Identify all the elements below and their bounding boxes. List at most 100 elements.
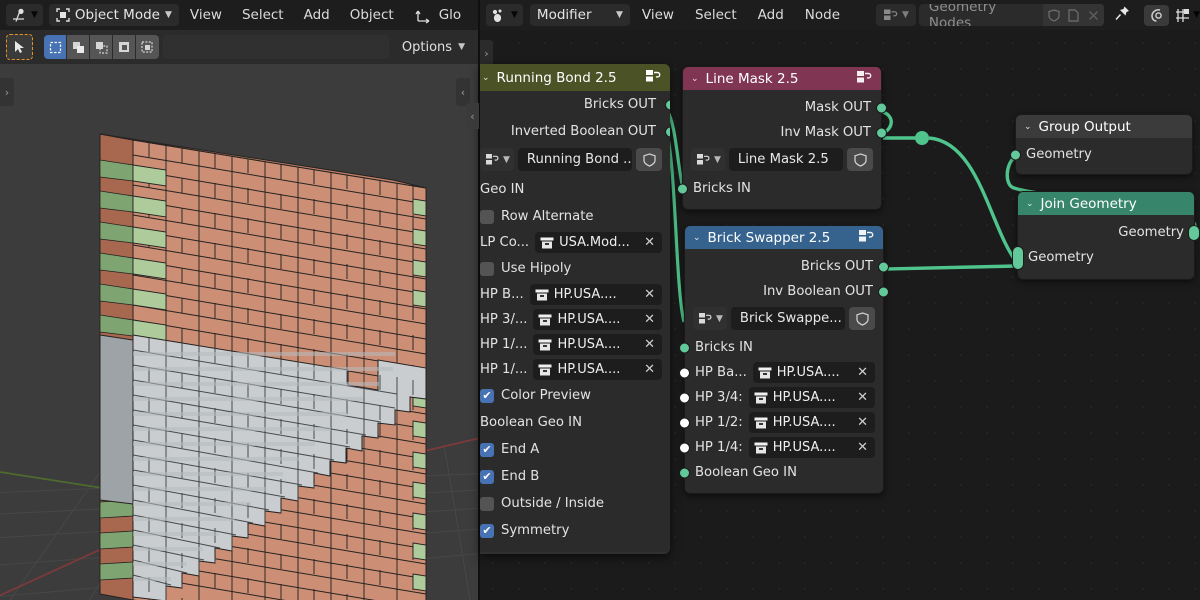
brick-wall-object[interactable] xyxy=(99,133,427,600)
node-menu-select[interactable]: Select xyxy=(686,4,746,26)
select-mode-intersect[interactable] xyxy=(136,35,159,59)
input-boolean-geo-in[interactable]: Boolean Geo IN xyxy=(679,460,883,485)
object-field[interactable]: HP.USA.... ✕ xyxy=(533,334,662,355)
modifier-row-hp-three-quarter[interactable]: HP 3/... HP.USA.... ✕ xyxy=(480,307,670,332)
checkbox[interactable]: ✔ xyxy=(480,469,494,484)
datablock-name-field[interactable]: Running Bond ... xyxy=(517,148,632,171)
menu-select[interactable]: Select xyxy=(233,4,293,26)
node-menu-node[interactable]: Node xyxy=(796,4,849,26)
viewport-sidebar-toggle-right[interactable]: ‹ xyxy=(456,78,470,106)
output-inv-mask-out[interactable]: Inv Mask OUT xyxy=(683,120,887,145)
output-inv-boolean-out[interactable]: Inv Boolean OUT xyxy=(685,279,889,304)
modifier-row-hp-quarter[interactable]: HP 1/... HP.USA.... ✕ xyxy=(480,357,670,382)
modifier-input-geo-in[interactable]: Geo IN xyxy=(480,176,670,203)
object-field[interactable]: HP.USA.... ✕ xyxy=(748,387,875,408)
node-header-line-mask[interactable]: ⌄ Line Mask 2.5 xyxy=(683,67,881,90)
chevron-down-icon[interactable]: ⌄ xyxy=(1024,122,1032,132)
active-tool-button[interactable] xyxy=(6,34,33,60)
fake-user-icon[interactable] xyxy=(847,148,873,171)
datablock-browse-button[interactable]: ▼ xyxy=(693,307,727,330)
viewport-scene[interactable]: › ‹ xyxy=(0,64,480,600)
socket-geometry-multi[interactable] xyxy=(1188,224,1200,241)
x-icon[interactable]: ✕ xyxy=(855,440,870,455)
modifier-row-use-hipoly[interactable]: Use Hipoly xyxy=(480,255,670,282)
input-bricks-in[interactable]: Bricks IN xyxy=(677,176,881,201)
fake-user-icon[interactable] xyxy=(1043,4,1064,26)
modifier-row-outside-inside[interactable]: Outside / Inside xyxy=(480,490,670,517)
node-header-brick-swapper[interactable]: ⌄ Brick Swapper 2.5 xyxy=(685,226,883,249)
select-mode-extend[interactable] xyxy=(67,35,90,59)
modifier-header[interactable]: ⌄ Running Bond 2.5 xyxy=(480,64,670,91)
x-icon[interactable]: ✕ xyxy=(642,312,657,327)
object-field[interactable]: HP.USA.... ✕ xyxy=(533,359,662,380)
socket-geometry[interactable] xyxy=(876,102,887,113)
tool-settings-field[interactable] xyxy=(163,35,389,59)
overlays-icon[interactable] xyxy=(1144,4,1170,26)
menu-add[interactable]: Add xyxy=(295,4,339,26)
object-field[interactable]: HP.USA.... ✕ xyxy=(529,284,662,305)
socket-object[interactable] xyxy=(679,392,690,403)
viewport-sidebar-toggle-left[interactable]: › xyxy=(0,78,14,106)
reroute-node[interactable] xyxy=(915,131,929,145)
x-icon[interactable]: ✕ xyxy=(855,365,870,380)
x-icon[interactable]: ✕ xyxy=(642,337,657,352)
socket-geometry[interactable] xyxy=(876,127,887,138)
node-brick-swapper[interactable]: ⌄ Brick Swapper 2.5 Bricks OUT Inv Boole… xyxy=(679,225,889,494)
pin-icon[interactable] xyxy=(1114,5,1131,26)
input-hp-three-quarter[interactable]: HP 3/4: HP.USA.... ✕ xyxy=(679,385,883,410)
node-menu-view[interactable]: View xyxy=(633,4,683,26)
input-geometry-multi[interactable]: Geometry xyxy=(1012,245,1194,270)
fake-user-icon[interactable] xyxy=(849,307,875,330)
chevron-down-icon[interactable]: ⌄ xyxy=(693,233,701,243)
modifier-row-lp-collection[interactable]: LP Co... USA.Mod... ✕ xyxy=(480,230,670,255)
object-field[interactable]: HP.USA.... ✕ xyxy=(748,412,875,433)
output-geometry[interactable]: Geometry xyxy=(1018,220,1200,245)
node-sidebar-toggle[interactable]: › xyxy=(480,40,493,66)
node-line-mask[interactable]: ⌄ Line Mask 2.5 Mask OUT Inv Mask OUT ▼ … xyxy=(677,66,887,210)
socket-geometry[interactable] xyxy=(679,342,690,353)
modifier-row-color-preview[interactable]: ✔ Color Preview xyxy=(480,382,670,409)
x-icon[interactable]: ✕ xyxy=(855,415,870,430)
input-hp-half[interactable]: HP 1/2: HP.USA.... ✕ xyxy=(679,410,883,435)
modifier-row-hp-base[interactable]: HP B... HP.USA.... ✕ xyxy=(480,282,670,307)
select-mode-set[interactable] xyxy=(44,35,67,59)
modifier-row-boolean-geo-in[interactable]: Boolean Geo IN xyxy=(480,409,670,436)
input-bricks-in[interactable]: Bricks IN xyxy=(679,335,883,360)
datablock-name-field[interactable]: Line Mask 2.5 xyxy=(728,148,843,171)
node-group-datablock[interactable]: Geometry Nodes xyxy=(918,4,1105,26)
fake-user-icon[interactable] xyxy=(636,148,662,171)
node-menu-add[interactable]: Add xyxy=(749,4,793,26)
socket-geometry[interactable] xyxy=(1010,149,1021,160)
select-mode-invert[interactable] xyxy=(113,35,136,59)
node-header-group-output[interactable]: ⌄ Group Output xyxy=(1016,115,1192,138)
datablock-browse-button[interactable]: ▼ xyxy=(876,4,916,26)
socket-geometry[interactable] xyxy=(665,126,670,137)
menu-view[interactable]: View xyxy=(181,4,231,26)
menu-object[interactable]: Object xyxy=(341,4,403,26)
modifier-output-inverted-boolean[interactable]: Inverted Boolean OUT xyxy=(480,118,670,145)
socket-geometry[interactable] xyxy=(878,286,889,297)
chevron-down-icon[interactable]: ⌄ xyxy=(691,74,699,84)
node-group-output[interactable]: ⌄ Group Output Geometry xyxy=(1010,114,1193,175)
checkbox[interactable] xyxy=(480,496,494,511)
chevron-down-icon[interactable]: ⌄ xyxy=(482,73,490,83)
modifier-row-hp-half[interactable]: HP 1/... HP.USA.... ✕ xyxy=(480,332,670,357)
checkbox[interactable]: ✔ xyxy=(480,442,494,457)
modifier-panel[interactable]: ⌄ Running Bond 2.5 Bricks OUT Inverted B… xyxy=(480,64,670,554)
checkbox[interactable]: ✔ xyxy=(480,523,494,538)
object-field[interactable]: HP.USA.... ✕ xyxy=(748,437,875,458)
socket-geometry[interactable] xyxy=(677,183,688,194)
output-mask-out[interactable]: Mask OUT xyxy=(683,95,887,120)
select-mode-group[interactable] xyxy=(44,35,159,59)
snap-button[interactable]: ▼ xyxy=(1175,8,1200,23)
socket-object[interactable] xyxy=(679,367,690,378)
object-mode-dropdown[interactable]: Object Mode ▼ xyxy=(48,4,179,26)
editor-type-button[interactable]: ▼ xyxy=(6,4,43,26)
new-datablock-icon[interactable] xyxy=(1063,4,1084,26)
x-icon[interactable]: ✕ xyxy=(642,287,657,302)
input-geometry[interactable]: Geometry xyxy=(1010,142,1192,167)
modifier-row-symmetry[interactable]: ✔ Symmetry xyxy=(480,517,670,544)
object-field[interactable]: USA.Mod... ✕ xyxy=(535,232,662,253)
x-icon[interactable]: ✕ xyxy=(855,390,870,405)
modifier-row-end-b[interactable]: ✔ End B xyxy=(480,463,670,490)
